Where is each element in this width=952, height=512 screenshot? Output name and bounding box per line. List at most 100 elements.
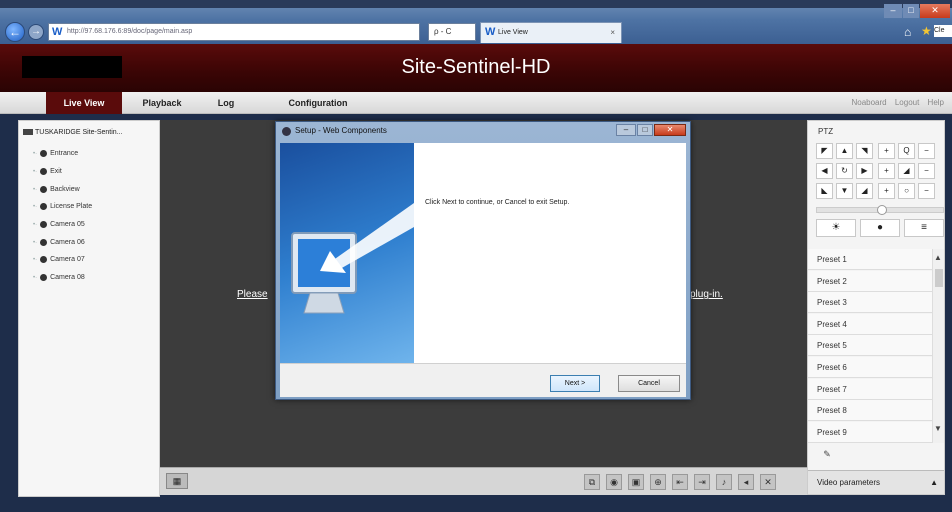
tree-item-camera[interactable]: •· Entrance — [33, 148, 78, 160]
preset-item[interactable]: Preset 7 — [808, 379, 932, 400]
browser-tab-live-view[interactable]: W Live View × — [480, 22, 622, 43]
video-parameters-label: Video parameters — [817, 478, 880, 487]
video-parameters-section[interactable]: Video parameters ▲ — [808, 470, 944, 494]
video-toolbar: ▦ ⧉ ◉ ▣ ⊕ ⇤ ⇥ ♪ ◂ ✕ — [160, 467, 807, 495]
focus-icon[interactable]: ◢ — [898, 163, 915, 179]
help-link[interactable]: Help — [928, 98, 944, 107]
light-icon[interactable]: ☀ — [816, 219, 856, 237]
app-title: Site-Sentinel-HD — [401, 56, 551, 78]
record-icon[interactable]: ▣ — [628, 474, 644, 490]
user-links: Noaboard Logout Help — [845, 92, 944, 114]
zoom-icon[interactable]: Q — [898, 143, 915, 159]
camera-icon — [40, 202, 48, 210]
tree-item-camera[interactable]: •· Camera 07 — [33, 254, 85, 266]
ptz-up-left-button[interactable]: ◤ — [816, 143, 833, 159]
user-link-noaboard[interactable]: Noaboard — [851, 98, 886, 107]
plugin-download-link[interactable]: Please — [237, 289, 268, 300]
scroll-up-icon[interactable]: ▲ — [934, 253, 942, 262]
maximize-button[interactable]: □ — [903, 4, 919, 18]
focus-in-button[interactable]: + — [878, 163, 895, 179]
speaker-icon[interactable]: ◂ — [738, 474, 754, 490]
tree-item-camera[interactable]: •· Exit — [33, 166, 62, 178]
ptz-down-right-button[interactable]: ◢ — [856, 183, 873, 199]
fullscreen-icon[interactable]: ✕ — [760, 474, 776, 490]
iris-in-button[interactable]: + — [878, 183, 895, 199]
camera-icon — [40, 220, 48, 228]
zoom-icon[interactable]: ⊕ — [650, 474, 666, 490]
browser-chrome: ← → W http://97.68.176.6:89/doc/page/mai… — [0, 0, 952, 44]
scroll-down-icon[interactable]: ▼ — [934, 424, 942, 433]
window-layout-button[interactable]: ▦ — [166, 473, 188, 489]
forward-button[interactable]: → — [28, 24, 44, 40]
preset-item[interactable]: Preset 5 — [808, 335, 932, 356]
prev-icon[interactable]: ⇤ — [672, 474, 688, 490]
favorites-star-icon[interactable]: ★ — [921, 24, 932, 38]
slider-knob[interactable] — [877, 205, 887, 215]
stop-all-button[interactable]: ⧉ — [584, 474, 600, 490]
tree-item-camera[interactable]: •· Camera 08 — [33, 272, 85, 284]
tab-playback[interactable]: Playback — [132, 92, 192, 114]
search-refresh-controls[interactable]: ρ - C — [428, 23, 476, 41]
ptz-left-button[interactable]: ◀ — [816, 163, 833, 179]
tree-item-camera[interactable]: •· Camera 06 — [33, 237, 85, 249]
tab-live-view[interactable]: Live View — [46, 92, 122, 114]
home-icon[interactable]: ⌂ — [904, 25, 911, 39]
tree-item-label: Camera 05 — [50, 221, 85, 228]
ptz-right-button[interactable]: ▶ — [856, 163, 873, 179]
dialog-close-button[interactable]: ✕ — [654, 124, 686, 136]
tree-connector-icon: •· — [33, 257, 38, 263]
ptz-down-left-button[interactable]: ◣ — [816, 183, 833, 199]
zoom-out-button[interactable]: − — [918, 143, 935, 159]
tree-item-camera[interactable]: •· License Plate — [33, 201, 92, 213]
capture-icon[interactable]: ◉ — [606, 474, 622, 490]
tree-item-label: Camera 08 — [50, 274, 85, 281]
tree-connector-icon: •· — [33, 204, 38, 210]
close-window-button[interactable]: ✕ — [920, 4, 950, 18]
ptz-auto-icon[interactable]: ↻ — [836, 163, 853, 179]
ptz-up-right-button[interactable]: ◥ — [856, 143, 873, 159]
ptz-speed-slider[interactable] — [816, 205, 944, 215]
tab-log[interactable]: Log — [206, 92, 246, 114]
plugin-download-link-end[interactable]: plug-in. — [690, 289, 723, 300]
ptz-up-button[interactable]: ▲ — [836, 143, 853, 159]
camera-icon — [40, 273, 48, 281]
minimize-button[interactable]: – — [884, 4, 902, 18]
preset-item[interactable]: Preset 3 — [808, 292, 932, 313]
logout-link[interactable]: Logout — [895, 98, 919, 107]
dialog-minimize-button[interactable]: – — [616, 124, 636, 136]
preset-item[interactable]: Preset 4 — [808, 314, 932, 335]
tree-item-camera[interactable]: •· Camera 05 — [33, 219, 85, 231]
cancel-button[interactable]: Cancel — [618, 375, 680, 392]
address-bar[interactable]: W http://97.68.176.6:89/doc/page/main.as… — [48, 23, 420, 41]
preset-item[interactable]: Preset 9 — [808, 422, 932, 443]
window-controls: – □ ✕ — [884, 4, 952, 20]
focus-out-button[interactable]: − — [918, 163, 935, 179]
iris-icon[interactable]: ○ — [898, 183, 915, 199]
ptz-panel: PTZ ◤ ▲ ◥ + Q − ◀ ↻ ▶ + ◢ − ◣ ▼ ◢ + ○ − … — [807, 120, 945, 495]
tab-configuration[interactable]: Configuration — [278, 92, 358, 114]
back-button[interactable]: ← — [5, 22, 25, 42]
scroll-thumb[interactable] — [935, 269, 943, 287]
zoom-in-button[interactable]: + — [878, 143, 895, 159]
preset-call-icon[interactable]: ✎ — [817, 449, 837, 463]
address-url: http://97.68.176.6:89/doc/page/main.asp — [67, 28, 193, 35]
menu-icon[interactable]: ≡ — [904, 219, 944, 237]
microphone-icon[interactable]: ♪ — [716, 474, 732, 490]
dialog-titlebar[interactable]: Setup - Web Components – □ ✕ — [276, 122, 690, 142]
tree-root-device[interactable]: TUSKARIDGE Site-Sentin... — [23, 129, 123, 136]
iris-out-button[interactable]: − — [918, 183, 935, 199]
dialog-maximize-button[interactable]: □ — [637, 124, 653, 136]
preset-item[interactable]: Preset 2 — [808, 271, 932, 292]
next-button[interactable]: Next > — [550, 375, 600, 392]
tab-close-icon[interactable]: × — [610, 23, 615, 42]
preset-item[interactable]: Preset 6 — [808, 357, 932, 378]
clear-chip[interactable]: Cle — [934, 25, 952, 37]
tree-connector-icon: •· — [33, 240, 38, 246]
preset-item[interactable]: Preset 8 — [808, 400, 932, 421]
next-icon[interactable]: ⇥ — [694, 474, 710, 490]
wiper-icon[interactable]: ● — [860, 219, 900, 237]
preset-scrollbar[interactable]: ▲ ▼ — [932, 249, 944, 443]
preset-item[interactable]: Preset 1 — [808, 249, 932, 270]
ptz-down-button[interactable]: ▼ — [836, 183, 853, 199]
tree-item-camera[interactable]: •· Backview — [33, 184, 80, 196]
